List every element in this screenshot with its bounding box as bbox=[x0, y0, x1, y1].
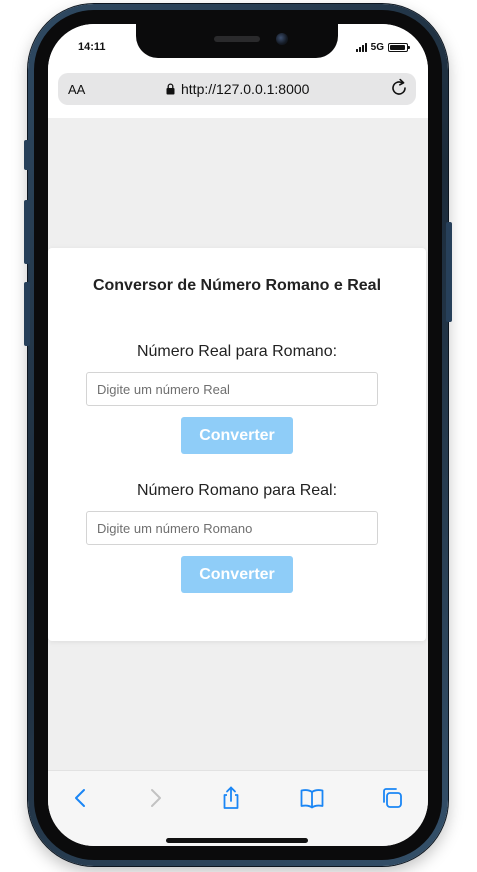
network-type: 5G bbox=[370, 42, 384, 53]
converter-card: Conversor de Número Romano e Real Número… bbox=[48, 248, 426, 641]
text-size-icon[interactable]: AA bbox=[68, 82, 85, 97]
phone-frame: 14:11 5G AA http://127.0.0.1:8000 Conver… bbox=[24, 4, 452, 866]
camera-icon bbox=[276, 33, 288, 45]
volume-down-button bbox=[24, 282, 30, 346]
back-icon[interactable] bbox=[68, 785, 94, 811]
speaker-grille bbox=[214, 36, 260, 42]
browser-address-area: AA http://127.0.0.1:8000 bbox=[48, 68, 428, 118]
phone-screen: 14:11 5G AA http://127.0.0.1:8000 Conver… bbox=[48, 24, 428, 846]
phone-bezel: 14:11 5G AA http://127.0.0.1:8000 Conver… bbox=[34, 10, 442, 860]
convert-roman-to-real-button[interactable]: Converter bbox=[181, 556, 293, 593]
real-to-roman-label: Número Real para Romano: bbox=[136, 343, 338, 360]
share-icon[interactable] bbox=[218, 785, 244, 811]
url-text: http://127.0.0.1:8000 bbox=[181, 81, 310, 97]
url-display[interactable]: http://127.0.0.1:8000 bbox=[166, 81, 309, 97]
status-indicators: 5G bbox=[355, 42, 410, 53]
tabs-icon[interactable] bbox=[379, 785, 405, 811]
reload-icon[interactable] bbox=[388, 77, 410, 99]
bookmarks-icon[interactable] bbox=[299, 785, 325, 811]
roman-to-real-label: Número Romano para Real: bbox=[136, 482, 338, 499]
address-bar[interactable]: AA http://127.0.0.1:8000 bbox=[58, 73, 416, 105]
home-indicator[interactable] bbox=[166, 838, 308, 843]
page-title: Conversor de Número Romano e Real bbox=[92, 277, 382, 294]
roman-number-input[interactable] bbox=[86, 511, 378, 545]
lock-icon bbox=[166, 83, 175, 95]
browser-toolbar bbox=[48, 770, 428, 846]
status-time: 14:11 bbox=[78, 41, 106, 53]
power-button bbox=[446, 222, 452, 322]
action-button bbox=[24, 140, 30, 170]
battery-icon bbox=[388, 43, 410, 52]
signal-icon bbox=[355, 43, 367, 52]
volume-up-button bbox=[24, 200, 30, 264]
forward-icon[interactable] bbox=[142, 785, 168, 811]
real-number-input[interactable] bbox=[86, 372, 378, 406]
notch bbox=[136, 24, 338, 58]
convert-real-to-roman-button[interactable]: Converter bbox=[181, 417, 293, 454]
